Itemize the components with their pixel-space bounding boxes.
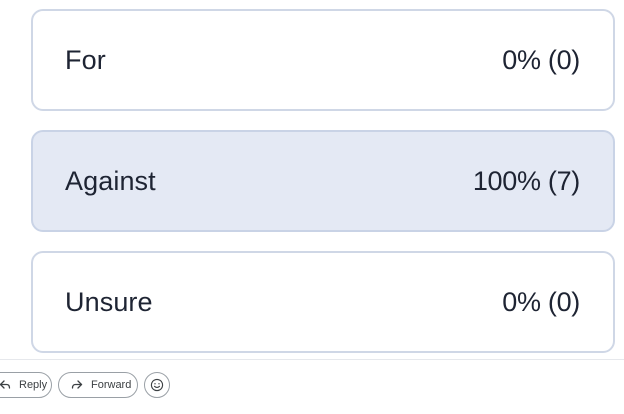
reply-arrow-icon: [0, 379, 11, 391]
poll-option-label: Unsure: [65, 286, 153, 317]
poll-option-result: 0% (0): [502, 286, 580, 317]
poll-option-result: 100% (7): [472, 165, 580, 196]
poll-option-label: For: [65, 44, 106, 75]
poll-option-label: Against: [65, 165, 156, 196]
poll-option-for[interactable]: For 0% (0): [31, 9, 615, 111]
poll-option-against[interactable]: Against 100% (7): [31, 130, 615, 232]
reply-button[interactable]: Reply: [0, 372, 52, 398]
poll-option-result: 0% (0): [502, 44, 580, 75]
forward-button[interactable]: Forward: [58, 372, 138, 398]
emoji-reaction-button[interactable]: [144, 372, 170, 398]
forward-arrow-icon: [71, 379, 83, 391]
message-actions: Reply Forward: [0, 372, 170, 398]
poll-option-unsure[interactable]: Unsure 0% (0): [31, 251, 615, 353]
poll-options: For 0% (0) Against 100% (7) Unsure 0% (0…: [31, 9, 615, 372]
smiley-face-icon: [150, 378, 164, 392]
divider: [0, 359, 624, 360]
forward-label: Forward: [91, 379, 132, 391]
reply-label: Reply: [19, 379, 48, 391]
